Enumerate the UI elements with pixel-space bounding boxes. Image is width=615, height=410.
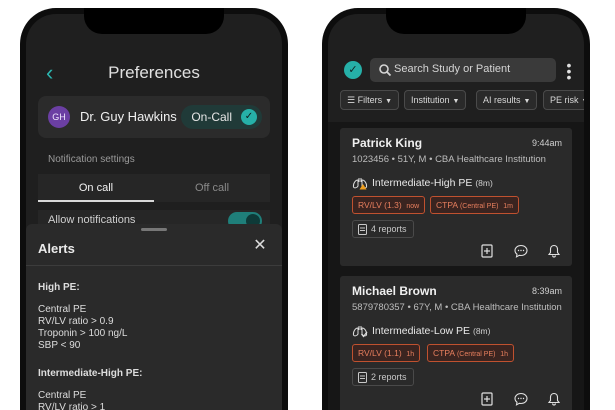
tag-time: 1h: [500, 351, 508, 358]
pe-risk-level: Intermediate-Low PE: [372, 325, 471, 337]
bell-icon[interactable]: [547, 392, 561, 406]
chip-label: AI results: [483, 95, 521, 105]
tag-value: (1.3): [384, 200, 402, 210]
chevron-down-icon: ▼: [523, 98, 531, 105]
study-time: 9:44am: [531, 138, 562, 148]
add-report-icon[interactable]: [480, 244, 494, 258]
chip-label: PE risk: [550, 95, 579, 105]
chip-label: Institution: [411, 95, 450, 105]
on-call-toggle-button[interactable]: On-Call ✓: [181, 105, 262, 129]
add-report-icon[interactable]: [480, 392, 494, 406]
chat-icon[interactable]: [514, 244, 528, 258]
tag-label: RV/LV: [358, 200, 382, 210]
pe-risk-label: Intermediate-Low PE (8m): [372, 325, 490, 337]
check-icon: ✓: [241, 109, 257, 125]
phone-notch: [84, 8, 224, 34]
search-placeholder: Search Study or Patient: [394, 63, 511, 75]
tag-time: now: [406, 203, 420, 210]
call-mode-tabs: On call Off call: [38, 174, 270, 202]
tab-off-call[interactable]: Off call: [154, 174, 270, 202]
criteria-line: RV/LV ratio > 1: [38, 402, 106, 410]
study-card[interactable]: Patrick King 9:44am 1023456 • 51Y, M • C…: [340, 128, 572, 266]
alerts-criteria: High PE: Central PE RV/LV ratio > 0.9 Tr…: [38, 274, 270, 410]
preferences-header: ‹ Preferences: [26, 62, 282, 86]
chevron-down-icon: ▼: [452, 98, 460, 105]
pe-risk-label: Intermediate-High PE (8m): [372, 177, 493, 189]
pe-risk-duration: (8m): [472, 326, 491, 336]
filter-lines-icon: ☰: [347, 95, 356, 105]
tag-time: 1h: [406, 351, 415, 358]
bell-icon[interactable]: [547, 244, 561, 258]
criteria-line: RV/LV ratio > 0.9: [38, 316, 114, 327]
criteria-line: Central PE: [38, 390, 87, 401]
reports-count: 2 reports: [371, 372, 407, 382]
study-time: 8:39am: [531, 286, 562, 296]
phone-notch: [386, 8, 526, 34]
patient-name: Patrick King: [352, 136, 423, 150]
search-icon: [379, 64, 392, 77]
patient-name: Michael Brown: [352, 284, 437, 298]
criteria-line: SBP < 90: [38, 340, 81, 351]
tab-on-call[interactable]: On call: [38, 174, 154, 202]
lungs-warning-icon: [352, 178, 368, 190]
tag-label: RV/LV: [358, 348, 382, 358]
on-call-label: On-Call: [191, 110, 232, 124]
avatar: GH: [48, 106, 70, 128]
chevron-down-icon: ▼: [385, 98, 393, 105]
search-input[interactable]: Search Study or Patient: [370, 58, 556, 82]
tag-detail: (Central PE): [459, 203, 499, 210]
patient-meta: 1023456 • 51Y, M • CBA Healthcare Instit…: [352, 154, 546, 165]
ctpa-tag[interactable]: CTPA (Central PE) 1m: [430, 196, 519, 214]
reports-button[interactable]: 2 reports: [352, 368, 414, 386]
rvlv-tag[interactable]: RV/LV (1.1) 1h: [352, 344, 421, 362]
criteria-heading-intermediate-high-pe: Intermediate-High PE:: [38, 368, 143, 379]
institution-chip[interactable]: Institution ▼: [404, 90, 467, 110]
preferences-screen: ‹ Preferences GH Dr. Guy Hawkins On-Call…: [26, 14, 282, 410]
page-title: Preferences: [108, 63, 200, 82]
pe-risk-duration: (8m): [475, 178, 493, 188]
close-icon[interactable]: ✕: [252, 238, 268, 254]
reports-count: 4 reports: [371, 224, 407, 234]
filter-chips: ☰ Filters ▼ Institution ▼ AI results ▼ PE r…: [340, 90, 584, 112]
sheet-drag-handle[interactable]: [141, 228, 167, 231]
study-card[interactable]: Michael Brown 8:39am 5879780357 • 67Y, M…: [340, 276, 572, 410]
chip-label: Filters: [357, 95, 383, 105]
sheet-title: Alerts: [38, 241, 75, 256]
ai-results-chip[interactable]: AI results ▼: [476, 90, 538, 110]
lungs-check-icon: [352, 326, 368, 338]
patient-meta: 5879780357 • 67Y, M • CBA Healthcare Ins…: [352, 302, 562, 313]
reports-button[interactable]: 4 reports: [352, 220, 414, 238]
filters-chip[interactable]: ☰ Filters ▼: [340, 90, 400, 110]
rvlv-tag[interactable]: RV/LV (1.3) now: [352, 196, 426, 214]
user-card: GH Dr. Guy Hawkins On-Call ✓: [38, 96, 270, 138]
tag-value: (1.1): [384, 348, 402, 358]
phone-worklist: ✓ Search Study or Patient • • • ☰ Filters ▼…: [322, 8, 590, 410]
criteria-line: Central PE: [38, 304, 87, 315]
divider: [26, 265, 282, 266]
tag-label: CTPA: [436, 200, 458, 210]
document-icon: [358, 372, 367, 383]
document-icon: [358, 224, 367, 235]
pe-risk-chip[interactable]: PE risk▼: [543, 90, 584, 110]
chat-icon[interactable]: [514, 392, 528, 406]
criteria-heading-high-pe: High PE:: [38, 282, 80, 293]
pe-risk-level: Intermediate-High PE: [372, 177, 473, 189]
ctpa-tag[interactable]: CTPA (Central PE) 1h: [427, 344, 514, 362]
worklist-screen: ✓ Search Study or Patient • • • ☰ Filters ▼…: [328, 14, 584, 410]
status-check-icon[interactable]: ✓: [344, 61, 362, 79]
phone-preferences: ‹ Preferences GH Dr. Guy Hawkins On-Call…: [20, 8, 288, 410]
tag-label: CTPA: [433, 348, 455, 358]
notification-settings-label: Notification settings: [48, 154, 135, 165]
chevron-down-icon: ▼: [582, 98, 584, 105]
user-name: Dr. Guy Hawkins: [80, 109, 177, 124]
tag-detail: (Central PE): [456, 351, 496, 358]
alerts-bottom-sheet: Alerts ✕ High PE: Central PE RV/LV ratio…: [26, 224, 282, 410]
criteria-line: Troponin > 100 ng/L: [38, 328, 128, 339]
tag-time: 1m: [503, 203, 513, 210]
more-menu-icon[interactable]: • • •: [565, 58, 573, 84]
